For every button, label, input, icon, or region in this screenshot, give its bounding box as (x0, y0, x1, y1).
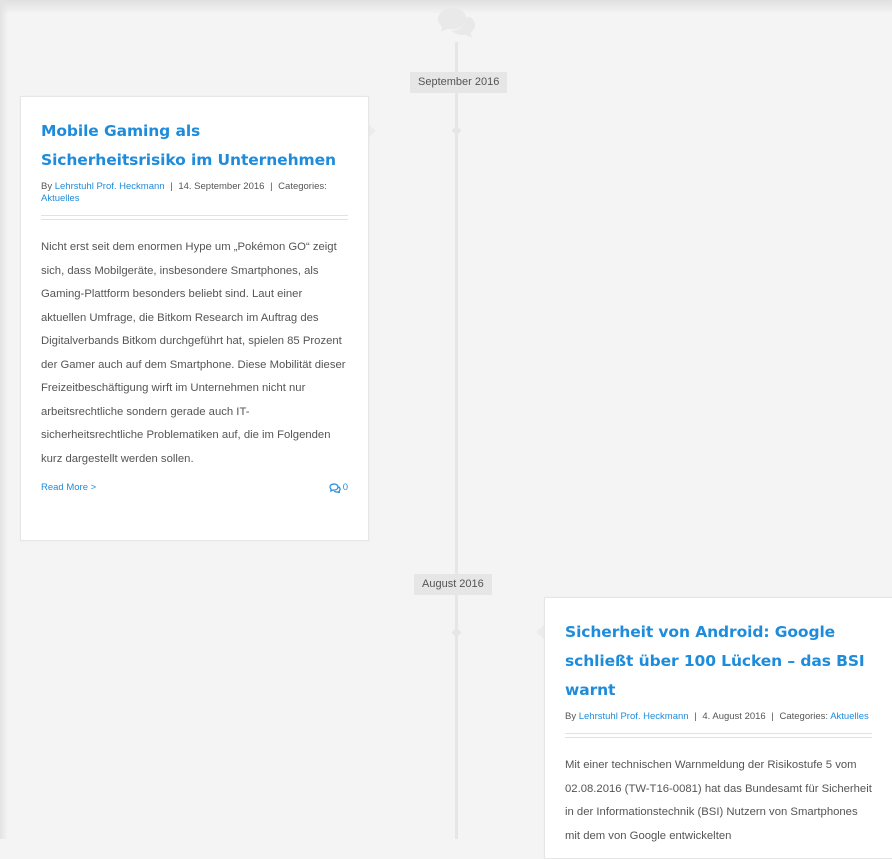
card-pointer (536, 625, 544, 639)
timeline-line (455, 42, 458, 839)
comment-icon (329, 483, 341, 493)
post-excerpt: Nicht erst seit dem enormen Hype um „Pok… (41, 241, 346, 465)
timeline-date-label: September 2016 (410, 72, 508, 93)
meta-divider (565, 733, 872, 738)
post-date: 4. August 2016 (702, 711, 766, 722)
post-excerpt: Mit einer technischen Warnmeldung der Ri… (565, 759, 872, 842)
by-label: By (565, 711, 577, 722)
timeline-dot (451, 627, 462, 638)
comment-count: 0 (342, 482, 348, 494)
author-link[interactable]: Lehrstuhl Prof. Heckmann (579, 711, 689, 722)
categories-label: Categories: (779, 711, 829, 722)
post-card: Mobile Gaming als Sicherheitsrisiko im U… (20, 96, 369, 541)
timeline-dot (451, 125, 462, 136)
post-meta: By Lehrstuhl Prof. Heckmann | 4. August … (565, 711, 872, 723)
meta-separator: | (694, 711, 697, 722)
post-footer: Read More > 0 (41, 482, 348, 493)
post-title-link[interactable]: Sicherheit von Android: Google schließt … (565, 618, 872, 705)
window-shadow-left (0, 0, 8, 839)
post-meta: By Lehrstuhl Prof. Heckmann | 14. Septem… (41, 181, 348, 205)
by-label: By (41, 181, 53, 192)
meta-separator: | (270, 181, 273, 192)
post-title-link[interactable]: Mobile Gaming als Sicherheitsrisiko im U… (41, 117, 348, 175)
post-date: 14. September 2016 (178, 181, 265, 192)
categories-label: Categories: (278, 181, 327, 192)
meta-separator: | (771, 711, 774, 722)
author-link[interactable]: Lehrstuhl Prof. Heckmann (55, 181, 165, 192)
meta-separator: | (170, 181, 173, 192)
meta-divider (41, 215, 348, 220)
category-link[interactable]: Aktuelles (830, 711, 869, 722)
comments-icon (433, 3, 479, 43)
comments-link[interactable]: 0 (329, 482, 348, 493)
card-pointer (368, 124, 376, 138)
read-more-link[interactable]: Read More > (41, 482, 96, 493)
post-card: Sicherheit von Android: Google schließt … (544, 597, 892, 859)
timeline-date-label: August 2016 (414, 574, 492, 595)
category-link[interactable]: Aktuelles (41, 193, 80, 204)
